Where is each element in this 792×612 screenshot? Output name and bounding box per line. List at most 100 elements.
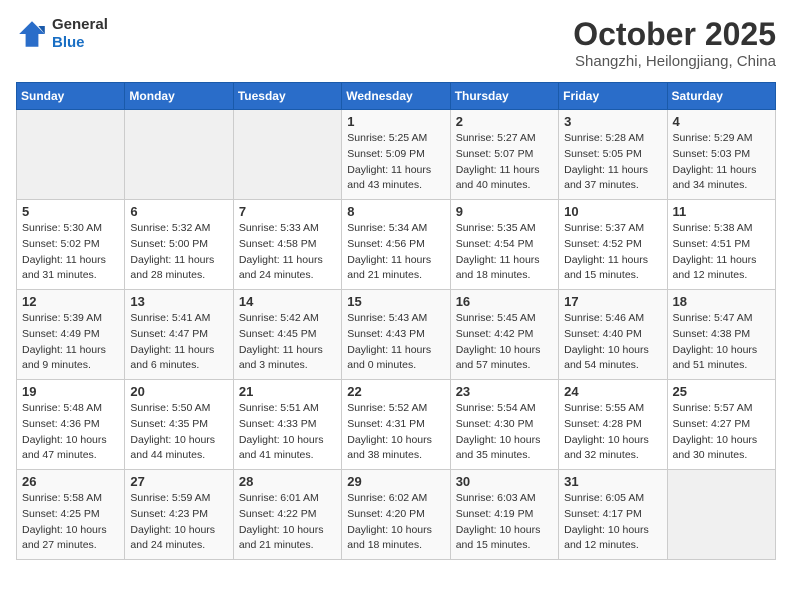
month-title: October 2025 [573, 16, 776, 53]
day-number: 27 [130, 474, 227, 489]
day-info: Sunrise: 5:37 AM Sunset: 4:52 PM Dayligh… [564, 221, 661, 284]
calendar-day-cell: 4Sunrise: 5:29 AM Sunset: 5:03 PM Daylig… [667, 110, 775, 200]
calendar-week-row: 19Sunrise: 5:48 AM Sunset: 4:36 PM Dayli… [17, 380, 776, 470]
calendar-day-cell: 1Sunrise: 5:25 AM Sunset: 5:09 PM Daylig… [342, 110, 450, 200]
weekday-header-cell: Saturday [667, 83, 775, 110]
day-info: Sunrise: 5:35 AM Sunset: 4:54 PM Dayligh… [456, 221, 553, 284]
day-number: 17 [564, 294, 661, 309]
day-number: 6 [130, 204, 227, 219]
calendar-day-cell [17, 110, 125, 200]
day-number: 12 [22, 294, 119, 309]
calendar-day-cell: 17Sunrise: 5:46 AM Sunset: 4:40 PM Dayli… [559, 290, 667, 380]
day-info: Sunrise: 5:52 AM Sunset: 4:31 PM Dayligh… [347, 401, 444, 464]
day-info: Sunrise: 5:58 AM Sunset: 4:25 PM Dayligh… [22, 491, 119, 554]
day-info: Sunrise: 5:43 AM Sunset: 4:43 PM Dayligh… [347, 311, 444, 374]
day-number: 11 [673, 204, 770, 219]
title-block: October 2025 Shangzhi, Heilongjiang, Chi… [573, 16, 776, 70]
day-number: 10 [564, 204, 661, 219]
day-number: 7 [239, 204, 336, 219]
weekday-header-cell: Tuesday [233, 83, 341, 110]
day-info: Sunrise: 5:34 AM Sunset: 4:56 PM Dayligh… [347, 221, 444, 284]
day-number: 22 [347, 384, 444, 399]
day-info: Sunrise: 5:54 AM Sunset: 4:30 PM Dayligh… [456, 401, 553, 464]
day-info: Sunrise: 5:39 AM Sunset: 4:49 PM Dayligh… [22, 311, 119, 374]
day-info: Sunrise: 5:33 AM Sunset: 4:58 PM Dayligh… [239, 221, 336, 284]
day-number: 30 [456, 474, 553, 489]
day-number: 29 [347, 474, 444, 489]
calendar-day-cell: 15 Sunrise: 5:43 AM Sunset: 4:43 PM Dayli… [342, 290, 450, 380]
day-info: Sunrise: 5:47 AM Sunset: 4:38 PM Dayligh… [673, 311, 770, 374]
day-number: 25 [673, 384, 770, 399]
day-number: 23 [456, 384, 553, 399]
calendar-day-cell: 13 Sunrise: 5:41 AM Sunset: 4:47 PM Dayli… [125, 290, 233, 380]
calendar-day-cell: 12 Sunrise: 5:39 AM Sunset: 4:49 PM Dayli… [17, 290, 125, 380]
calendar-day-cell [233, 110, 341, 200]
day-info: Sunrise: 5:48 AM Sunset: 4:36 PM Dayligh… [22, 401, 119, 464]
day-number: 28 [239, 474, 336, 489]
location-subtitle: Shangzhi, Heilongjiang, China [573, 53, 776, 70]
day-number: 2 [456, 114, 553, 129]
day-number: 5 [22, 204, 119, 219]
calendar-day-cell: 8Sunrise: 5:34 AM Sunset: 4:56 PM Daylig… [342, 200, 450, 290]
weekday-header-row: SundayMondayTuesdayWednesdayThursdayFrid… [17, 83, 776, 110]
day-info: Sunrise: 5:41 AM Sunset: 4:47 PM Dayligh… [130, 311, 227, 374]
calendar-day-cell: 16 Sunrise: 5:45 AM Sunset: 4:42 PM Dayli… [450, 290, 558, 380]
day-info: Sunrise: 5:38 AM Sunset: 4:51 PM Dayligh… [673, 221, 770, 284]
calendar-day-cell: 25Sunrise: 5:57 AM Sunset: 4:27 PM Dayli… [667, 380, 775, 470]
calendar-day-cell: 19Sunrise: 5:48 AM Sunset: 4:36 PM Dayli… [17, 380, 125, 470]
day-info: Sunrise: 5:59 AM Sunset: 4:23 PM Dayligh… [130, 491, 227, 554]
calendar-day-cell: 26 Sunrise: 5:58 AM Sunset: 4:25 PM Dayli… [17, 470, 125, 560]
day-info: Sunrise: 5:45 AM Sunset: 4:42 PM Dayligh… [456, 311, 553, 374]
weekday-header-cell: Wednesday [342, 83, 450, 110]
calendar-day-cell: 11 Sunrise: 5:38 AM Sunset: 4:51 PM Dayli… [667, 200, 775, 290]
day-number: 9 [456, 204, 553, 219]
day-info: Sunrise: 6:01 AM Sunset: 4:22 PM Dayligh… [239, 491, 336, 554]
day-number: 31 [564, 474, 661, 489]
calendar-week-row: 12 Sunrise: 5:39 AM Sunset: 4:49 PM Dayli… [17, 290, 776, 380]
calendar-day-cell: 10 Sunrise: 5:37 AM Sunset: 4:52 PM Dayli… [559, 200, 667, 290]
day-number: 18 [673, 294, 770, 309]
calendar-day-cell: 6 Sunrise: 5:32 AM Sunset: 5:00 PM Daylig… [125, 200, 233, 290]
calendar-day-cell: 27 Sunrise: 5:59 AM Sunset: 4:23 PM Dayli… [125, 470, 233, 560]
day-number: 26 [22, 474, 119, 489]
day-number: 24 [564, 384, 661, 399]
calendar-day-cell: 7 Sunrise: 5:33 AM Sunset: 4:58 PM Daylig… [233, 200, 341, 290]
day-info: Sunrise: 5:28 AM Sunset: 5:05 PM Dayligh… [564, 131, 661, 194]
calendar-day-cell: 29 Sunrise: 6:02 AM Sunset: 4:20 PM Dayli… [342, 470, 450, 560]
calendar-day-cell: 21Sunrise: 5:51 AM Sunset: 4:33 PM Dayli… [233, 380, 341, 470]
logo-line2: Blue [52, 34, 108, 52]
calendar-body: 1Sunrise: 5:25 AM Sunset: 5:09 PM Daylig… [17, 110, 776, 560]
day-number: 4 [673, 114, 770, 129]
day-info: Sunrise: 5:42 AM Sunset: 4:45 PM Dayligh… [239, 311, 336, 374]
calendar-day-cell: 3 Sunrise: 5:28 AM Sunset: 5:05 PM Daylig… [559, 110, 667, 200]
calendar-day-cell: 30Sunrise: 6:03 AM Sunset: 4:19 PM Dayli… [450, 470, 558, 560]
day-info: Sunrise: 6:05 AM Sunset: 4:17 PM Dayligh… [564, 491, 661, 554]
day-number: 16 [456, 294, 553, 309]
calendar-day-cell: 2Sunrise: 5:27 AM Sunset: 5:07 PM Daylig… [450, 110, 558, 200]
day-info: Sunrise: 5:50 AM Sunset: 4:35 PM Dayligh… [130, 401, 227, 464]
day-number: 15 [347, 294, 444, 309]
day-number: 13 [130, 294, 227, 309]
weekday-header-cell: Monday [125, 83, 233, 110]
calendar-table: SundayMondayTuesdayWednesdayThursdayFrid… [16, 82, 776, 560]
calendar-day-cell: 18 Sunrise: 5:47 AM Sunset: 4:38 PM Dayli… [667, 290, 775, 380]
day-number: 21 [239, 384, 336, 399]
calendar-week-row: 5Sunrise: 5:30 AM Sunset: 5:02 PM Daylig… [17, 200, 776, 290]
day-info: Sunrise: 5:32 AM Sunset: 5:00 PM Dayligh… [130, 221, 227, 284]
day-number: 1 [347, 114, 444, 129]
calendar-day-cell: 31 Sunrise: 6:05 AM Sunset: 4:17 PM Dayli… [559, 470, 667, 560]
calendar-day-cell [125, 110, 233, 200]
day-info: Sunrise: 6:02 AM Sunset: 4:20 PM Dayligh… [347, 491, 444, 554]
day-number: 3 [564, 114, 661, 129]
day-number: 14 [239, 294, 336, 309]
calendar-day-cell: 20 Sunrise: 5:50 AM Sunset: 4:35 PM Dayli… [125, 380, 233, 470]
weekday-header-cell: Friday [559, 83, 667, 110]
day-info: Sunrise: 5:55 AM Sunset: 4:28 PM Dayligh… [564, 401, 661, 464]
logo-line1: General [52, 16, 108, 34]
calendar-day-cell: 23 Sunrise: 5:54 AM Sunset: 4:30 PM Dayli… [450, 380, 558, 470]
weekday-header-cell: Sunday [17, 83, 125, 110]
logo: General Blue [16, 16, 108, 52]
calendar-day-cell: 28 Sunrise: 6:01 AM Sunset: 4:22 PM Dayli… [233, 470, 341, 560]
calendar-week-row: 1Sunrise: 5:25 AM Sunset: 5:09 PM Daylig… [17, 110, 776, 200]
day-number: 20 [130, 384, 227, 399]
